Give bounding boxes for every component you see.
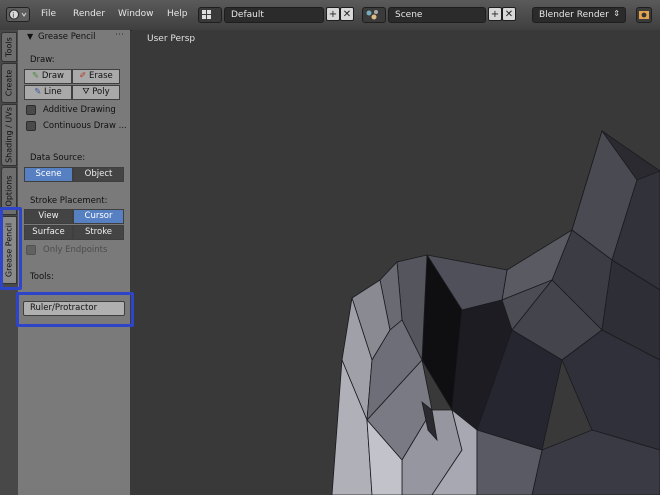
scene-icon[interactable] <box>362 7 386 23</box>
surface-button-label: Surface <box>32 227 65 237</box>
scene-field-value: Scene <box>395 10 423 20</box>
tab-options-label: Options <box>4 175 14 207</box>
placement-view-button[interactable]: View <box>24 209 73 224</box>
menu-render[interactable]: Render <box>73 9 105 19</box>
line-button[interactable]: ✎ Line <box>24 85 72 100</box>
layout-field-value: Default <box>231 10 264 20</box>
view-button-label: View <box>38 211 59 221</box>
cursor-button-label: Cursor <box>84 211 113 221</box>
data-source-label: Data Source: <box>30 153 86 163</box>
render-engine-value: Blender Render <box>539 10 609 20</box>
only-endpoints-checkbox[interactable] <box>26 245 36 255</box>
placement-cursor-button[interactable]: Cursor <box>73 209 124 224</box>
data-source-object-button[interactable]: Object <box>73 167 124 182</box>
stroke-button-label: Stroke <box>84 227 113 237</box>
info-header: i File Render Window Help Default + ✕ Sc… <box>0 0 660 31</box>
line-pencil-icon: ✎ <box>34 87 42 97</box>
tab-tools-label: Tools <box>4 37 14 57</box>
tab-tools[interactable]: Tools <box>1 32 17 62</box>
continuous-draw-label: Continuous Draw ... <box>43 121 127 131</box>
add-layout-icon[interactable]: + <box>326 7 340 21</box>
erase-button[interactable]: ✐ Erase <box>72 69 120 84</box>
layout-field[interactable]: Default <box>224 7 324 23</box>
panel-title: Grease Pencil <box>38 32 96 42</box>
additive-drawing-label: Additive Drawing <box>43 105 116 115</box>
drag-grip-icon[interactable]: ⋯ <box>115 30 124 40</box>
only-endpoints-label: Only Endpoints <box>43 245 108 255</box>
tool-shelf-panel: ▼ Grease Pencil ⋯ Draw: ✎ Draw ✐ Erase ✎… <box>18 30 130 495</box>
svg-text:i: i <box>12 12 14 20</box>
collapse-triangle-icon[interactable]: ▼ <box>27 32 33 41</box>
stroke-placement-label: Stroke Placement: <box>30 196 108 206</box>
erase-button-label: Erase <box>89 71 113 81</box>
render-engine-select[interactable]: Blender Render ⇕ <box>532 7 626 23</box>
ruler-button-highlight <box>16 292 134 327</box>
mesh-object <box>331 130 660 495</box>
tab-create[interactable]: Create <box>1 63 17 103</box>
object-button-label: Object <box>84 169 113 179</box>
additive-drawing-checkbox[interactable] <box>26 105 36 115</box>
data-source-scene-button[interactable]: Scene <box>24 167 73 182</box>
menu-window[interactable]: Window <box>118 9 154 19</box>
tab-shading-label: Shading / UVs <box>4 107 14 163</box>
draw-button[interactable]: ✎ Draw <box>24 69 72 84</box>
placement-stroke-button[interactable]: Stroke <box>73 225 124 240</box>
poly-icon: ⛛ <box>82 87 90 97</box>
delete-layout-icon[interactable]: ✕ <box>340 7 354 21</box>
3d-viewport[interactable]: User Persp <box>132 30 660 495</box>
grease-pencil-tab-highlight <box>0 207 22 290</box>
tab-shading-uvs[interactable]: Shading / UVs <box>1 104 17 166</box>
menu-file[interactable]: File <box>41 9 56 19</box>
screen-layout-icon[interactable] <box>198 7 222 23</box>
tools-label: Tools: <box>30 272 54 282</box>
tab-create-label: Create <box>4 69 14 97</box>
draw-button-label: Draw <box>41 71 65 81</box>
continuous-draw-checkbox[interactable] <box>26 121 36 131</box>
select-arrows-icon: ⇕ <box>613 9 620 18</box>
add-scene-icon[interactable]: + <box>488 7 502 21</box>
delete-scene-icon[interactable]: ✕ <box>502 7 516 21</box>
pencil-icon: ✎ <box>31 71 40 81</box>
panel-header[interactable]: ▼ Grease Pencil ⋯ <box>18 30 130 46</box>
line-button-label: Line <box>44 87 62 97</box>
render-properties-icon[interactable] <box>636 7 652 23</box>
editor-type-icon[interactable]: i <box>6 7 30 22</box>
scene-field[interactable]: Scene <box>388 7 486 23</box>
menu-help[interactable]: Help <box>167 9 188 19</box>
eraser-icon: ✐ <box>79 71 87 81</box>
poly-button-label: Poly <box>92 87 110 97</box>
poly-button[interactable]: ⛛ Poly <box>72 85 120 100</box>
placement-surface-button[interactable]: Surface <box>24 225 73 240</box>
draw-label: Draw: <box>30 55 55 65</box>
scene-button-label: Scene <box>35 169 62 179</box>
